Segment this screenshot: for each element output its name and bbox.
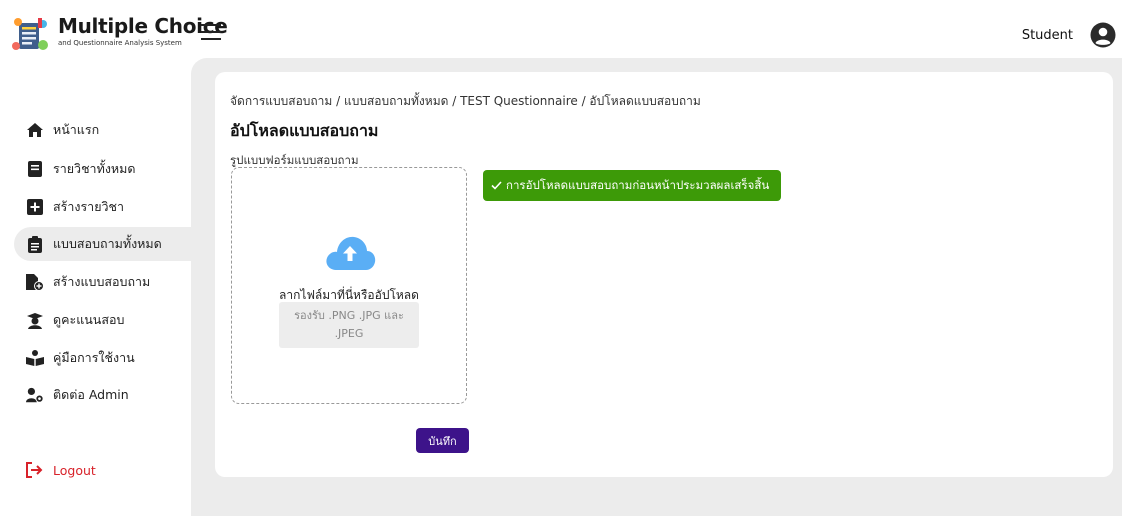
check-icon xyxy=(491,181,502,190)
file-plus-icon xyxy=(26,273,44,291)
home-icon xyxy=(26,121,44,139)
user-role-label: Student xyxy=(1021,28,1073,43)
reading-icon xyxy=(26,349,44,367)
sidebar-item-scores[interactable]: ดูคะแนนสอบ xyxy=(0,303,191,337)
page-title: อัปโหลดแบบสอบถาม xyxy=(230,121,379,140)
sidebar-item-label: แบบสอบถามทั้งหมด xyxy=(53,236,162,251)
avatar-icon[interactable] xyxy=(1090,22,1116,48)
sidebar-item-create-course[interactable]: สร้างรายวิชา xyxy=(0,190,191,224)
user-gear-icon xyxy=(26,386,44,404)
sidebar-item-label: สร้างรายวิชา xyxy=(53,199,125,214)
supported-formats: รองรับ .PNG .JPG และ .JPEG xyxy=(279,302,419,348)
sidebar-item-contact-admin[interactable]: ติดต่อ Admin xyxy=(0,378,191,412)
sidebar-item-label: คู่มือการใช้งาน xyxy=(53,350,135,365)
menu-toggle-icon[interactable] xyxy=(201,24,221,40)
app-subtitle: and Questionnaire Analysis System xyxy=(58,39,182,47)
clipboard-icon xyxy=(26,235,44,253)
status-message: การอัปโหลดแบบสอบถามก่อนหน้าประมวลผลเสร็จ… xyxy=(506,177,770,192)
cloud-upload-icon xyxy=(326,236,376,270)
file-dropzone[interactable]: ลากไฟล์มาที่นี่หรืออัปโหลด รองรับ .PNG .… xyxy=(231,167,467,404)
logo-icon xyxy=(12,18,48,50)
sidebar-item-courses[interactable]: รายวิชาทั้งหมด xyxy=(0,152,191,186)
sidebar-item-label: หน้าแรก xyxy=(53,122,100,137)
book-icon xyxy=(26,160,44,178)
logout-icon xyxy=(26,461,44,479)
sidebar-item-label: ดูคะแนนสอบ xyxy=(53,312,125,327)
sidebar-item-label: ติดต่อ Admin xyxy=(53,387,129,402)
graduate-icon xyxy=(26,311,44,329)
sidebar: หน้าแรก รายวิชาทั้งหมด สร้างรายวิชา แบบส… xyxy=(0,72,191,516)
sidebar-item-home[interactable]: หน้าแรก xyxy=(0,113,191,147)
breadcrumb: จัดการแบบสอบถาม / แบบสอบถามทั้งหมด / TES… xyxy=(230,94,701,108)
save-button[interactable]: บันทึก xyxy=(416,428,469,453)
logout-label: Logout xyxy=(53,462,96,478)
plus-square-icon xyxy=(26,198,44,216)
sidebar-item-label: รายวิชาทั้งหมด xyxy=(53,161,136,176)
sidebar-item-questionnaires[interactable]: แบบสอบถามทั้งหมด xyxy=(14,227,191,261)
sidebar-item-create-questionnaire[interactable]: สร้างแบบสอบถาม xyxy=(0,265,191,299)
logout-button[interactable]: Logout xyxy=(0,453,191,487)
sidebar-item-label: สร้างแบบสอบถาม xyxy=(53,274,151,289)
status-badge: การอัปโหลดแบบสอบถามก่อนหน้าประมวลผลเสร็จ… xyxy=(483,170,781,201)
sidebar-item-manual[interactable]: คู่มือการใช้งาน xyxy=(0,341,191,375)
